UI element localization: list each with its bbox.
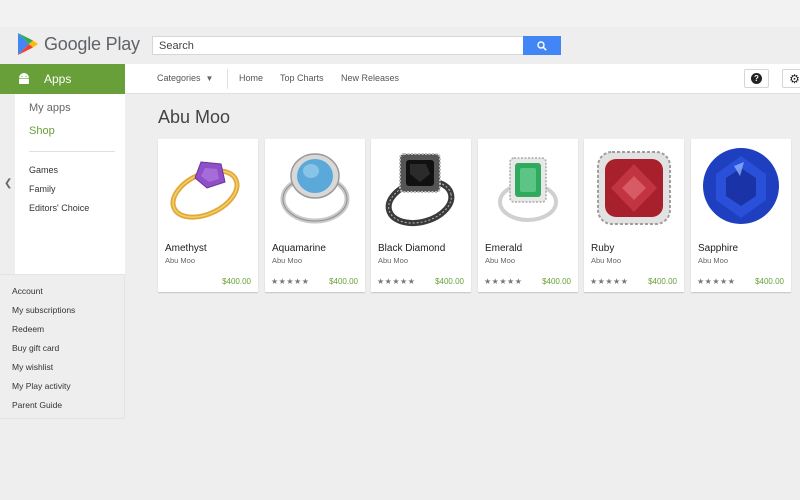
card-title: Sapphire [698,243,739,254]
categories-dropdown[interactable]: Categories ▼ [157,73,213,83]
gem-image-icon [703,148,779,224]
sidebar-item-family[interactable]: Family [29,184,56,194]
card-price: $400.00 [435,277,464,286]
star-rating: ★★★★★ [697,277,736,286]
star-rating: ★★★★★ [377,277,416,286]
star-rating: ★★★★★ [590,277,629,286]
card-image [371,139,471,234]
account-menu: Account My subscriptions Redeem Buy gift… [0,274,125,419]
apps-tab[interactable]: Apps [0,64,125,94]
play-activity-link[interactable]: My Play activity [12,381,71,391]
card-developer: Abu Moo [272,256,303,265]
android-icon [19,73,29,84]
sidebar-item-my-apps[interactable]: My apps [29,102,71,114]
page-title: Abu Moo [158,107,231,127]
sidebar-divider [29,151,115,152]
subscriptions-link[interactable]: My subscriptions [12,305,75,315]
nav-top-charts-link[interactable]: Top Charts [280,73,324,83]
star-rating: ★★★★★ [271,277,310,286]
nav-new-releases-link[interactable]: New Releases [341,73,399,83]
redeem-link[interactable]: Redeem [12,324,44,334]
card-price: $400.00 [222,277,251,286]
settings-button[interactable]: ⚙ [782,69,800,88]
card-developer: Abu Moo [165,256,196,265]
google-play-logo[interactable]: Google Play [17,32,140,56]
card-title: Emerald [485,243,523,254]
app-card[interactable]: Ruby Abu Moo ★★★★★ $400.00 [584,139,684,292]
account-link[interactable]: Account [12,286,43,296]
chevron-left-icon[interactable]: ❮ [4,178,12,189]
card-developer: Abu Moo [698,256,729,265]
card-title: Aquamarine [272,243,326,254]
sub-nav-bar: Categories ▼ Home Top Charts New Release… [125,64,800,94]
play-logo-icon [18,33,38,55]
logo-text: Google Play [44,33,140,54]
card-title: Black Diamond [378,243,446,254]
ring-image-icon [385,153,455,227]
search-input[interactable] [152,36,523,55]
apps-tab-label: Apps [44,72,72,86]
app-card[interactable]: Aquamarine Abu Moo ★★★★★ $400.00 [265,139,365,292]
chevron-down-icon: ▼ [205,73,214,83]
card-image [691,139,791,234]
top-strip [0,0,800,27]
search-button[interactable] [523,36,561,55]
star-rating: ★★★★★ [484,277,523,286]
card-image [478,139,578,234]
help-icon: ? [751,73,762,84]
card-title: Amethyst [165,243,207,254]
card-image [584,139,684,234]
app-card[interactable]: Emerald Abu Moo ★★★★★ $400.00 [478,139,578,292]
sidebar-item-games[interactable]: Games [29,165,58,175]
ring-image-icon [170,161,240,220]
nav-home-link[interactable]: Home [239,73,263,83]
gear-icon: ⚙ [789,71,800,86]
sidebar-panel: My apps Shop Games Family Editors' Choic… [15,94,125,274]
app-card[interactable]: Sapphire Abu Moo ★★★★★ $400.00 [691,139,791,292]
card-image [265,139,365,234]
nav-divider [227,69,228,89]
sidebar-item-editors-choice[interactable]: Editors' Choice [29,203,89,213]
search-icon [537,40,547,51]
search-bar [152,36,561,55]
wishlist-link[interactable]: My wishlist [12,362,53,372]
card-price: $400.00 [329,277,358,286]
sidebar-item-shop[interactable]: Shop [29,125,55,137]
buy-gift-card-link[interactable]: Buy gift card [12,343,59,353]
card-price: $400.00 [648,277,677,286]
parent-guide-link[interactable]: Parent Guide [12,400,62,410]
help-button[interactable]: ? [744,69,769,88]
card-title: Ruby [591,243,615,254]
card-developer: Abu Moo [485,256,516,265]
card-image [158,139,258,234]
ring-image-icon [280,153,350,224]
ring-image-icon [597,151,671,225]
card-price: $400.00 [755,277,784,286]
ring-image-icon [498,157,558,222]
card-price: $400.00 [542,277,571,286]
card-developer: Abu Moo [378,256,409,265]
header: Google Play [0,27,800,64]
app-card[interactable]: Amethyst Abu Moo $400.00 [158,139,258,292]
app-card[interactable]: Black Diamond Abu Moo ★★★★★ $400.00 [371,139,471,292]
card-developer: Abu Moo [591,256,622,265]
categories-label: Categories [157,73,201,83]
